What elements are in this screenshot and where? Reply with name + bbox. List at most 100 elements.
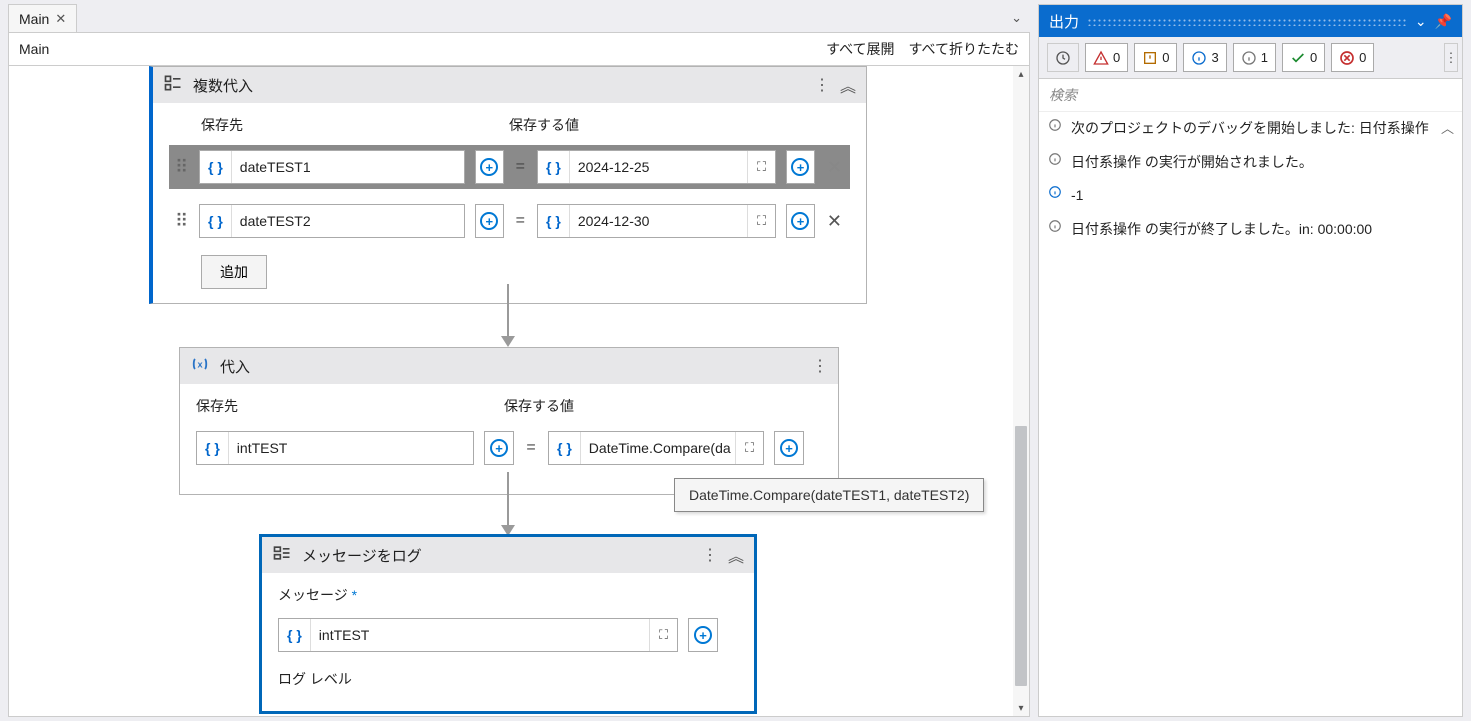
message-label: メッセージ: [278, 587, 348, 603]
filter-fail-button[interactable]: 0: [1331, 43, 1374, 72]
scrollbar-thumb[interactable]: [1015, 426, 1027, 686]
filter-trace-button[interactable]: 1: [1233, 43, 1276, 72]
assign-icon: x: [190, 354, 210, 378]
value-field[interactable]: { } DateTime.Compare(da ⛶: [548, 431, 764, 465]
success-count: 0: [1310, 50, 1317, 65]
grip-texture: [1087, 18, 1407, 26]
equals-label: =: [514, 158, 527, 176]
column-value: 保存する値: [509, 115, 579, 135]
column-value: 保存する値: [504, 396, 574, 416]
variable-field[interactable]: { } dateTEST1: [199, 150, 465, 184]
filter-clock-button[interactable]: [1047, 43, 1079, 72]
kebab-icon[interactable]: ⋮: [702, 545, 718, 565]
output-panel: 出力 ⌄ 📌 0 0 3 1 0 0 ⋮: [1038, 4, 1463, 717]
vertical-scrollbar[interactable]: ▴ ▾: [1013, 66, 1029, 716]
message-field[interactable]: { } intTEST ⛶: [278, 618, 678, 652]
log-text: 次のプロジェクトのデバッグを開始しました: 日付系操作: [1071, 118, 1429, 140]
assign-row[interactable]: ⠿ { } dateTEST2 + = { } 2024-12-30 ⛶ +: [169, 199, 850, 243]
tab-main[interactable]: Main ✕: [8, 4, 77, 32]
activity-log-message[interactable]: メッセージをログ ⋮ ︽ メッセージ * { } intTEST ⛶: [259, 534, 757, 714]
fail-count: 0: [1359, 50, 1366, 65]
activity-title: 複数代入: [193, 75, 804, 96]
filter-overflow-icon[interactable]: ⋮: [1444, 43, 1458, 72]
value-plus-button[interactable]: +: [774, 431, 804, 465]
variable-field[interactable]: { } dateTEST2: [199, 204, 465, 238]
close-icon[interactable]: ✕: [55, 11, 66, 27]
add-row-button[interactable]: 追加: [201, 255, 267, 289]
remove-row-icon[interactable]: ✕: [825, 211, 844, 232]
variable-name: dateTEST1: [232, 159, 464, 175]
multi-assign-icon: [163, 73, 183, 97]
value-text: DateTime.Compare(da: [581, 440, 735, 456]
remove-row-icon[interactable]: ✕: [825, 157, 844, 178]
chevron-down-icon[interactable]: ⌄: [1415, 13, 1427, 30]
tab-dropdown[interactable]: ⌄: [1011, 4, 1030, 32]
pin-icon[interactable]: 📌: [1435, 13, 1452, 30]
log-entry[interactable]: -1: [1039, 179, 1462, 213]
log-entry[interactable]: 日付系操作 の実行が終了しました。in: 00:00:00: [1039, 213, 1462, 247]
warn-count: 0: [1162, 50, 1169, 65]
braces-icon: { }: [538, 205, 570, 237]
expand-icon[interactable]: ⛶: [735, 432, 763, 464]
activity-multi-assign[interactable]: 複数代入 ⋮ ︽ 保存先 保存する値 ⠿ { } dateTEST1: [149, 66, 867, 304]
filter-error-button[interactable]: 0: [1085, 43, 1128, 72]
log-entry[interactable]: 次のプロジェクトのデバッグを開始しました: 日付系操作: [1039, 112, 1462, 146]
filter-info-button[interactable]: 3: [1183, 43, 1226, 72]
activity-header[interactable]: メッセージをログ ⋮ ︽: [262, 537, 754, 573]
chevron-down-icon: ⌄: [1011, 10, 1022, 26]
assign-row[interactable]: ⠿ { } dateTEST1 + = { } 2024-12-25 ⛶ +: [169, 145, 850, 189]
braces-icon: { }: [538, 151, 570, 183]
trace-count: 1: [1261, 50, 1268, 65]
expand-all-button[interactable]: すべて展開: [826, 39, 894, 59]
filter-warn-button[interactable]: 0: [1134, 43, 1177, 72]
value-field[interactable]: { } 2024-12-25 ⛶: [537, 150, 776, 184]
log-text: -1: [1071, 185, 1083, 207]
braces-icon: { }: [549, 432, 581, 464]
value-field[interactable]: { } 2024-12-30 ⛶: [537, 204, 776, 238]
activity-header[interactable]: 複数代入 ⋮ ︽: [153, 67, 866, 103]
log-text: 日付系操作 の実行が終了しました。in: 00:00:00: [1071, 219, 1372, 241]
expand-icon[interactable]: ⛶: [649, 619, 677, 651]
svg-text:x: x: [198, 359, 204, 369]
expand-icon[interactable]: ⛶: [747, 151, 775, 183]
column-save-to: 保存先: [196, 396, 504, 416]
variable-plus-button[interactable]: +: [475, 204, 504, 238]
tab-label: Main: [19, 11, 49, 27]
drag-handle-icon[interactable]: ⠿: [175, 164, 189, 170]
drag-handle-icon[interactable]: ⠿: [175, 218, 189, 224]
output-title: 出力: [1049, 11, 1079, 32]
collapse-icon[interactable]: ︽: [840, 73, 856, 97]
scroll-down-icon[interactable]: ▾: [1013, 700, 1029, 716]
variable-field[interactable]: { } intTEST: [196, 431, 474, 465]
tab-bar: Main ✕ ⌄: [8, 4, 1030, 32]
collapse-all-button[interactable]: すべて折りたたむ: [909, 39, 1019, 59]
variable-plus-button[interactable]: +: [484, 431, 514, 465]
collapse-icon[interactable]: ︽: [728, 543, 744, 567]
value-plus-button[interactable]: +: [786, 204, 815, 238]
activity-header[interactable]: x 代入 ⋮: [180, 348, 838, 384]
workflow-canvas[interactable]: 複数代入 ⋮ ︽ 保存先 保存する値 ⠿ { } dateTEST1: [8, 66, 1030, 717]
value-plus-button[interactable]: +: [786, 150, 815, 184]
kebab-icon[interactable]: ⋮: [814, 75, 830, 95]
variable-plus-button[interactable]: +: [475, 150, 504, 184]
activity-assign[interactable]: x 代入 ⋮ 保存先 保存する値 { } intTEST: [179, 347, 839, 495]
collapse-log-icon[interactable]: ︿: [1441, 118, 1454, 137]
designer-pane: Main ✕ ⌄ Main すべて展開 すべて折りたたむ: [8, 4, 1030, 717]
output-filter-bar: 0 0 3 1 0 0 ⋮: [1039, 37, 1462, 79]
log-icon: [272, 543, 292, 567]
log-entry[interactable]: 日付系操作 の実行が開始されました。: [1039, 146, 1462, 180]
value-text: 2024-12-25: [570, 159, 747, 175]
filter-success-button[interactable]: 0: [1282, 43, 1325, 72]
kebab-icon[interactable]: ⋮: [812, 356, 828, 376]
output-search-input[interactable]: 検索: [1039, 79, 1462, 112]
breadcrumb-bar: Main すべて展開 すべて折りたたむ: [8, 32, 1030, 66]
breadcrumb[interactable]: Main: [19, 41, 49, 57]
log-level-label: ログ レベル: [278, 669, 738, 689]
braces-icon: { }: [200, 205, 232, 237]
scroll-up-icon[interactable]: ▴: [1013, 66, 1029, 82]
value-text: 2024-12-30: [570, 213, 747, 229]
message-value: intTEST: [311, 627, 649, 643]
message-plus-button[interactable]: +: [688, 618, 718, 652]
expand-icon[interactable]: ⛶: [747, 205, 775, 237]
output-title-bar[interactable]: 出力 ⌄ 📌: [1039, 5, 1462, 37]
